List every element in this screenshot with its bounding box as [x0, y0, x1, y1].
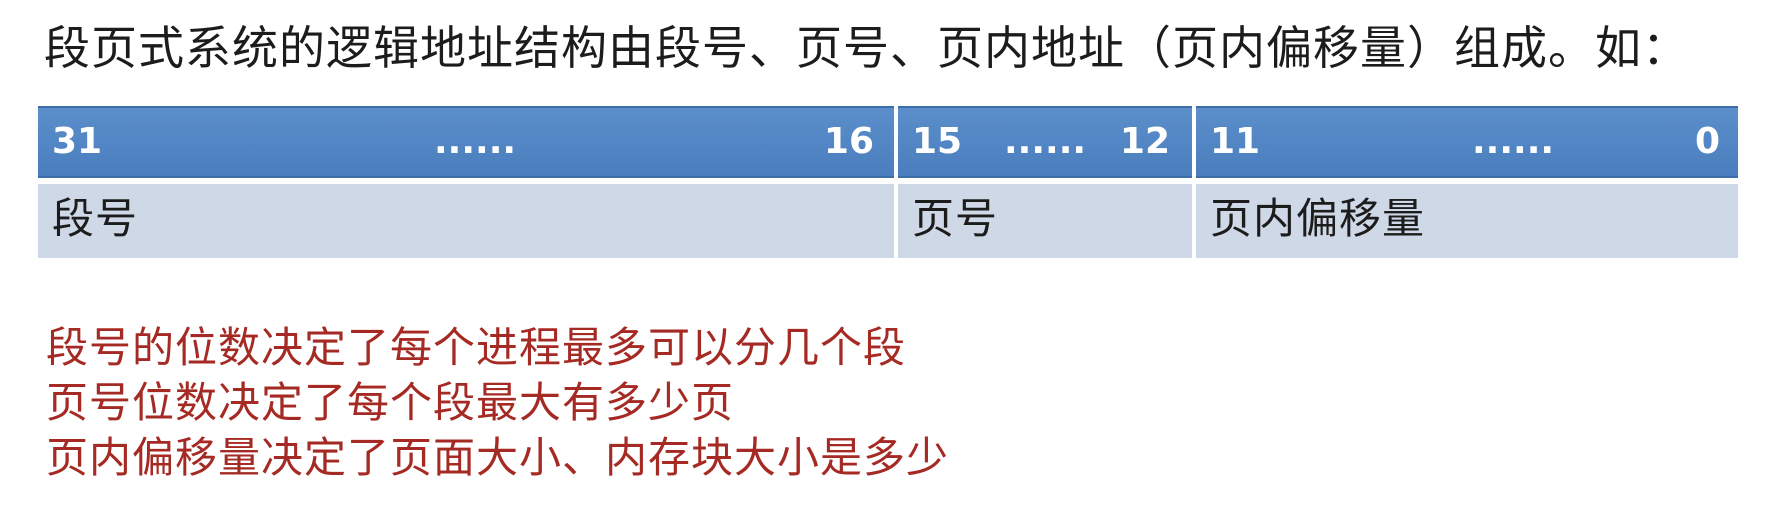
page-high-bit: 15: [912, 121, 963, 162]
offset-low-bit: 0: [1694, 121, 1720, 162]
page-number-label: 页号: [912, 194, 999, 243]
offset-high-bit: 11: [1210, 121, 1261, 162]
page-offset-label: 页内偏移量: [1210, 194, 1426, 243]
page-number-cell: 页号: [898, 184, 1192, 258]
segment-low-bit: 16: [823, 121, 874, 162]
note-segment-bits: 段号的位数决定了每个进程最多可以分几个段: [46, 323, 907, 372]
logical-address-structure-table: 31 ...... 16 15 ...... 12 11 ...... 0 段号…: [38, 106, 1738, 258]
segment-high-bit: 31: [52, 121, 103, 162]
offset-bits-header: 11 ...... 0: [1196, 106, 1738, 178]
explanation-notes: 段号的位数决定了每个进程最多可以分几个段 页号位数决定了每个段最大有多少页 页内…: [46, 320, 949, 485]
segment-number-label: 段号: [52, 194, 139, 243]
note-offset-bits: 页内偏移量决定了页面大小、内存块大小是多少: [46, 433, 950, 482]
segment-bits-header: 31 ...... 16: [38, 106, 894, 178]
page-dots: ......: [1004, 121, 1087, 162]
page-low-bit: 12: [1119, 121, 1170, 162]
page-offset-cell: 页内偏移量: [1196, 184, 1738, 258]
note-page-bits: 页号位数决定了每个段最大有多少页: [46, 378, 735, 427]
page-bits-header: 15 ...... 12: [898, 106, 1192, 178]
segment-dots: ......: [434, 121, 517, 162]
intro-text: 段页式系统的逻辑地址结构由段号、页号、页内地址（页内偏移量）组成。如：: [44, 21, 1689, 75]
offset-dots: ......: [1472, 121, 1555, 162]
segment-number-cell: 段号: [38, 184, 894, 258]
